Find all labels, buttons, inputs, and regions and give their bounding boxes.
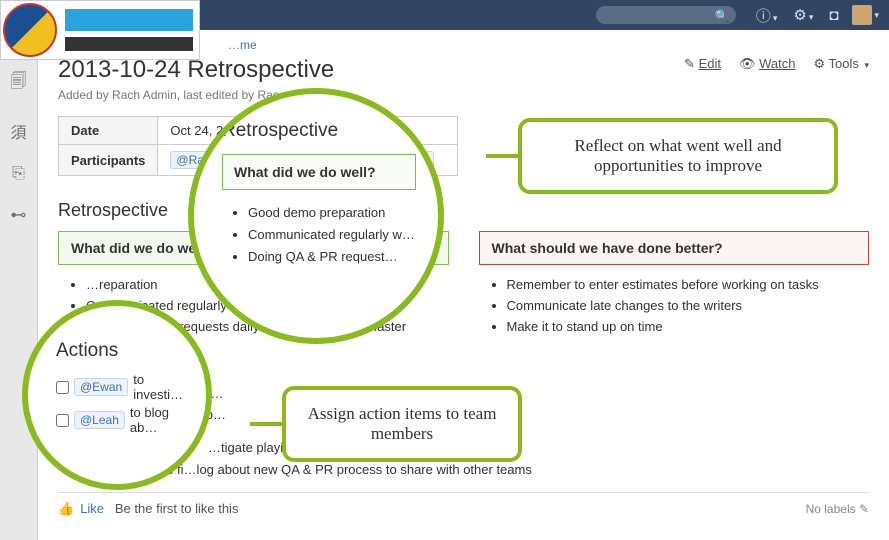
watch-link[interactable]: 👁 Watch [739,56,795,72]
logo-bar-dark [65,37,193,51]
search-icon: 🔍 [715,9,730,23]
zoom-retrospective: Retrospective What did we do well? Good … [188,88,444,344]
logo-overlay [0,0,200,60]
bad-panel-title: What should we have done better? [479,231,870,265]
page-title: 2013-10-24 Retrospective [58,56,334,84]
zoom-actions: Actions @Ewanto investi… @Leahto blog ab… [22,300,212,490]
pages-icon[interactable]: 🗐 [11,70,27,97]
no-labels[interactable]: No labels ✎ [806,502,869,516]
participants-label: Participants [59,145,158,176]
copy-icon[interactable]: ⎘ [12,165,25,183]
logo-icon [3,3,57,57]
logo-bar-blue [65,9,193,31]
tray-icon[interactable]: ◘ [829,7,838,24]
edit-link[interactable]: ✎ Edit [684,56,721,72]
bad-list: Remember to enter estimates before worki… [479,275,870,337]
like-status: Be the first to like this [115,501,239,516]
footer: 👍 Like Be the first to like this No labe… [58,492,869,517]
byline: Added by Rach Admin, last edited by Rac… [58,88,869,102]
left-rail: 🗐 須 ⎘ ⊷ [0,30,38,540]
gear-icon[interactable]: ⚙▾ [793,6,813,24]
help-icon[interactable]: ⓘ▾ [756,5,778,26]
callout-assign: Assign action items to team members [282,386,522,462]
date-label: Date [59,117,158,145]
retrospective-heading: Retrospective [58,200,869,221]
tree-icon[interactable]: ⊷ [11,205,27,225]
thumb-icon[interactable]: 👍 [58,501,74,517]
callout-reflect: Reflect on what went well and opportunit… [518,118,838,194]
feed-icon[interactable]: 須 [10,119,26,143]
avatar[interactable] [852,5,872,25]
like-link[interactable]: Like [80,501,104,516]
tools-link[interactable]: ⚙ Tools ▾ [813,56,869,72]
